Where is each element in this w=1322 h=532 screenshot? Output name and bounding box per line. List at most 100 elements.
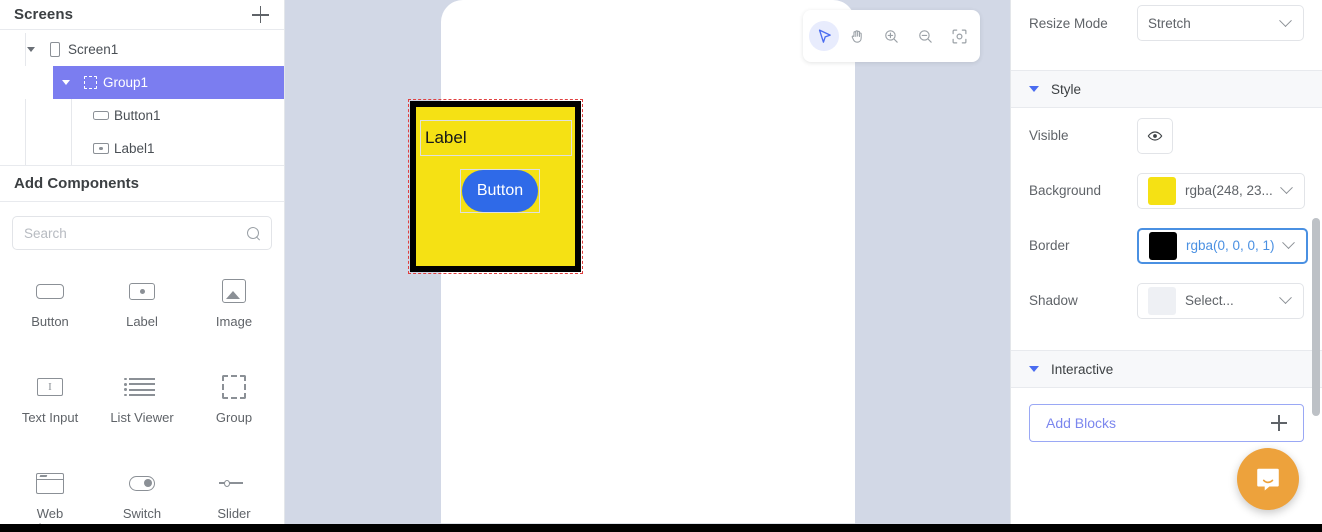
plus-icon [1271,415,1287,431]
component-list-viewer[interactable]: List Viewer [96,362,188,450]
chevron-down-icon[interactable] [62,80,70,85]
group-icon [83,76,97,89]
border-color-value: rgba(0, 0, 0, 1) [1186,238,1275,253]
section-interactive[interactable]: Interactive [1011,350,1322,388]
background-color-select[interactable]: rgba(248, 23... [1137,172,1305,209]
zoom-out-button[interactable] [910,21,940,51]
chevron-down-icon [1281,236,1295,250]
visible-label: Visible [1029,128,1069,143]
property-shadow: Shadow Select... [1011,273,1322,328]
component-button[interactable]: Button [4,266,96,354]
visible-toggle-button[interactable] [1137,117,1173,154]
border-color-swatch[interactable] [1149,231,1177,260]
tree-item-label: Button1 [114,108,161,123]
screens-title: Screens [14,6,74,23]
canvas-label1-text: Label [425,128,467,147]
resize-mode-label: Resize Mode [1029,15,1108,31]
text-input-icon: I [37,378,63,396]
screens-header: Screens [0,0,284,30]
list-viewer-icon [124,377,155,397]
chat-bubble-icon [1257,468,1279,491]
screens-tree: Screen1 Group1 Button1 Label1 [0,30,284,165]
chevron-down-icon [1279,291,1292,305]
component-label: Switch [122,506,162,521]
web-viewer-icon [36,472,64,494]
search-input[interactable] [24,225,247,241]
border-color-select[interactable]: rgba(0, 0, 0, 1) [1137,227,1308,264]
canvas-toolbar [803,10,980,62]
canvas-label1[interactable]: Label [420,120,572,156]
background-label: Background [1029,183,1102,198]
canvas-button1[interactable]: Button [460,169,540,213]
group-icon [222,375,246,399]
add-screen-plus-icon[interactable] [250,5,270,25]
chevron-down-icon [1029,86,1039,92]
shadow-select[interactable]: Select... [1137,282,1304,319]
components-grid: Button Label Image I Text Input List Vie… [0,258,284,532]
component-group[interactable]: Group [188,362,280,450]
tree-item-screen1[interactable]: Screen1 [0,33,284,66]
search-icon [247,226,260,240]
component-text-input[interactable]: I Text Input [4,362,96,450]
tree-item-button1[interactable]: Button1 [0,99,284,132]
tree-item-label: Screen1 [68,42,119,57]
chevron-down-icon [1029,366,1039,372]
component-slider[interactable]: Slider [188,458,280,532]
fit-to-screen-button[interactable] [944,21,974,51]
component-web-viewer[interactable]: Web Viewer [4,458,96,532]
intercom-launcher-button[interactable] [1237,448,1299,510]
hand-icon [851,29,862,43]
add-blocks-button[interactable]: Add Blocks [1029,404,1304,442]
zoom-in-icon [885,29,898,43]
pan-tool-button[interactable] [843,21,873,51]
component-label: Group [215,410,253,425]
section-style[interactable]: Style [1011,70,1322,108]
component-switch[interactable]: Switch [96,458,188,532]
button-icon [36,283,64,299]
switch-icon [129,475,155,491]
property-resize-mode: Resize Mode Stretch [1011,0,1322,46]
chevron-down-icon[interactable] [27,47,35,52]
eye-icon [1147,130,1163,141]
tree-item-label1[interactable]: Label1 [0,132,284,165]
component-search-box[interactable] [12,216,272,250]
button-icon [93,111,109,120]
label-icon [129,282,155,300]
design-canvas[interactable]: Label Button [285,0,1010,532]
component-label: Label [126,314,158,329]
shadow-swatch[interactable] [1148,286,1176,315]
component-label[interactable]: Label [96,266,188,354]
zoom-in-button[interactable] [877,21,907,51]
background-color-value: rgba(248, 23... [1185,183,1273,198]
property-visible: Visible [1011,108,1322,163]
tree-item-label: Label1 [114,141,155,156]
background-color-swatch[interactable] [1148,176,1176,205]
component-label: List Viewer [110,410,174,425]
cursor-icon [818,28,831,43]
image-icon [222,279,246,303]
tree-item-label: Group1 [103,75,149,90]
chevron-down-icon [1279,181,1293,195]
properties-scrollbar[interactable] [1312,218,1320,416]
tree-item-group1[interactable]: Group1 [53,66,284,99]
property-background: Background rgba(248, 23... [1011,163,1322,218]
shadow-value: Select... [1185,293,1234,308]
section-style-title: Style [1051,81,1082,97]
fit-to-screen-icon [952,29,966,43]
zoom-out-icon [918,29,932,43]
resize-mode-value: Stretch [1148,15,1191,31]
chevron-down-icon [1279,13,1292,27]
component-label: Button [31,314,69,329]
canvas-group1[interactable]: Label Button [410,101,581,272]
component-search-wrap [0,202,284,258]
select-tool-button[interactable] [809,21,839,51]
component-label: Text Input [21,410,79,425]
screen-icon [50,42,60,57]
border-label: Border [1029,238,1070,253]
label-icon [93,143,109,154]
resize-mode-select[interactable]: Stretch [1137,5,1304,41]
component-image[interactable]: Image [188,266,280,354]
canvas-button1-text: Button [462,170,538,212]
shadow-label: Shadow [1029,293,1078,308]
left-panel: Screens Screen1 Group1 Button1 Label1 Ad… [0,0,285,532]
